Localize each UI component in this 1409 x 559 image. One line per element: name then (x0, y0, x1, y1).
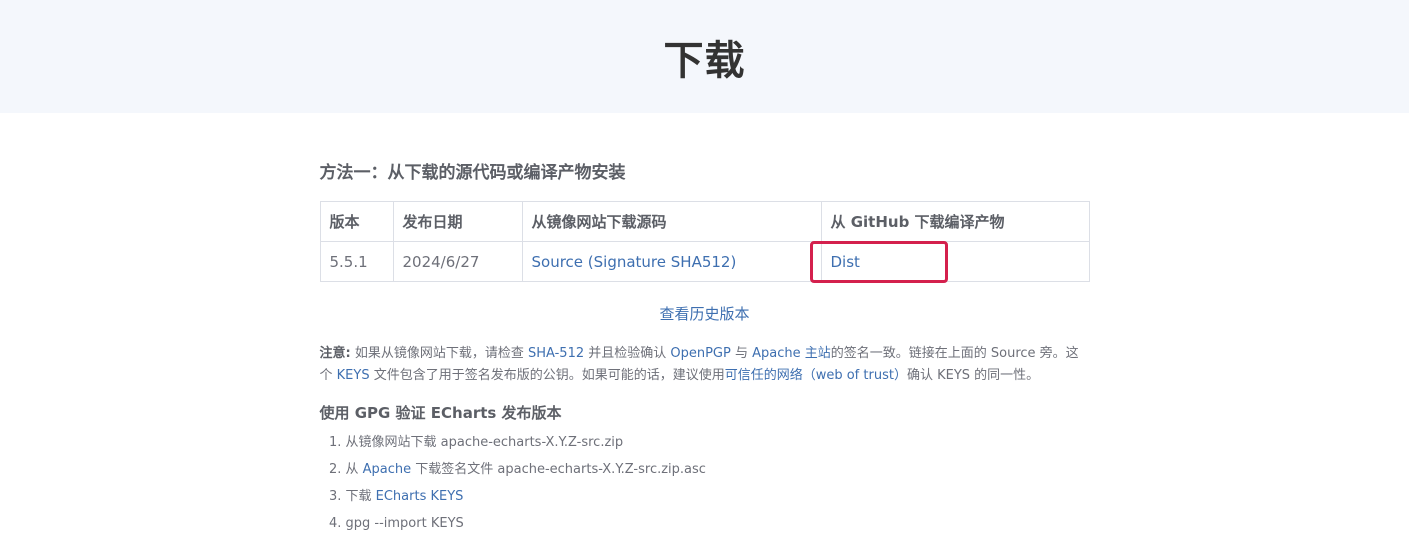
note-text: 如果从镜像网站下载，请检查 (350, 346, 528, 361)
step-text: 下载签名文件 apache-echarts-X.Y.Z-src.zip.asc (411, 462, 706, 477)
cell-source: Source (Signature SHA512) (521, 241, 822, 282)
echarts-keys-link[interactable]: ECharts KEYS (376, 489, 464, 504)
note-paragraph: 注意: 如果从镜像网站下载，请检查 SHA-512 并且检验确认 OpenPGP… (320, 343, 1090, 387)
note-text: 并且检验确认 (584, 346, 671, 361)
web-of-trust-link[interactable]: 可信任的网络（web of trust） (725, 368, 907, 383)
list-item: gpg --import KEYS (346, 510, 1090, 537)
main-content: 方法一：从下载的源代码或编译产物安装 版本 发布日期 从镜像网站下载源码 从 G… (319, 113, 1090, 537)
header-source: 从镜像网站下载源码 (521, 201, 822, 242)
source-link[interactable]: Source (Signature SHA512) (532, 253, 737, 271)
header-dist: 从 GitHub 下载编译产物 (820, 201, 1090, 242)
dist-link[interactable]: Dist (831, 253, 860, 271)
step-text: 下载 (345, 489, 376, 504)
list-item: 下载 ECharts KEYS (346, 483, 1090, 510)
cell-dist: Dist (809, 241, 1090, 283)
gpg-title: 使用 GPG 验证 ECharts 发布版本 (319, 404, 562, 422)
table-header-row: 版本 发布日期 从镜像网站下载源码 从 GitHub 下载编译产物 (319, 201, 1090, 242)
note-text: 与 (730, 346, 753, 361)
note-text: 文件包含了用于签名发布版的公钥。如果可能的话，建议使用 (369, 368, 725, 383)
header-date: 发布日期 (392, 201, 523, 242)
list-item: 从镜像网站下载 apache-echarts-X.Y.Z-src.zip (346, 429, 1090, 456)
step-text: gpg --import KEYS (345, 516, 464, 531)
history-row: 查看历史版本 (320, 303, 1090, 325)
note-text: 确认 KEYS 的同一性。 (906, 368, 1040, 383)
cell-version: 5.5.1 (319, 241, 394, 282)
sha512-link[interactable]: SHA-512 (528, 346, 584, 361)
note-label: 注意: (319, 346, 351, 361)
step-text: 从 (345, 462, 363, 477)
keys-link[interactable]: KEYS (337, 368, 370, 383)
page-title: 下载 (663, 37, 746, 84)
apache-main-link[interactable]: Apache 主站 (752, 346, 831, 361)
table-row: 5.5.1 2024/6/27 Source (Signature SHA512… (319, 241, 1090, 283)
page-header: 下载 (0, 0, 1409, 113)
openpgp-link[interactable]: OpenPGP (670, 346, 730, 361)
gpg-steps-list: 从镜像网站下载 apache-echarts-X.Y.Z-src.zip 从 A… (320, 429, 1090, 537)
header-version: 版本 (319, 201, 394, 242)
method1-title: 方法一：从下载的源代码或编译产物安装 (319, 163, 626, 183)
step-text: 从镜像网站下载 apache-echarts-X.Y.Z-src.zip (345, 435, 624, 450)
download-table: 版本 发布日期 从镜像网站下载源码 从 GitHub 下载编译产物 5.5.1 … (319, 201, 1090, 283)
apache-link[interactable]: Apache (363, 462, 412, 477)
history-versions-link[interactable]: 查看历史版本 (659, 305, 749, 323)
list-item: 从 Apache 下载签名文件 apache-echarts-X.Y.Z-src… (346, 456, 1090, 483)
cell-date: 2024/6/27 (392, 241, 523, 282)
